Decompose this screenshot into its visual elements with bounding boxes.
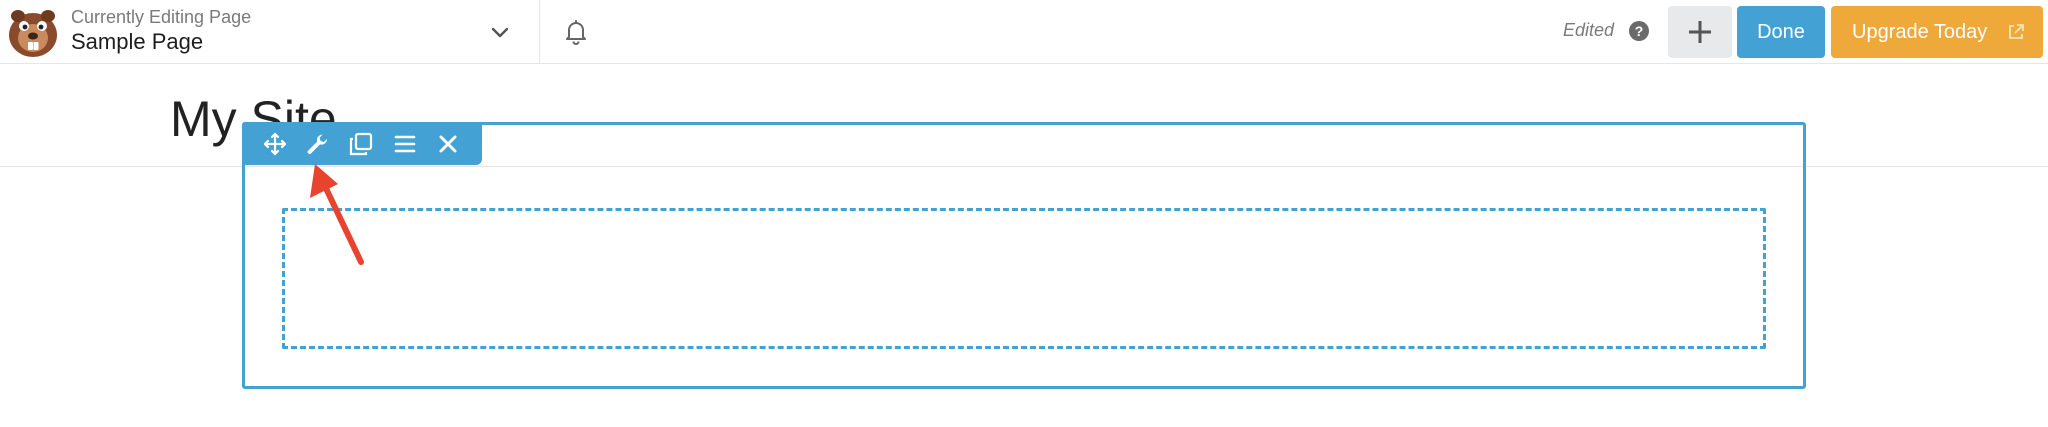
beaver-builder-logo: [9, 10, 57, 57]
menu-icon[interactable]: [392, 131, 418, 157]
done-button[interactable]: Done: [1737, 6, 1825, 58]
add-content-button[interactable]: [1668, 6, 1732, 58]
annotation-arrow: [310, 164, 364, 265]
currently-editing-label: Currently Editing Page: [71, 7, 252, 27]
page-builder: Currently Editing Page Sample Page Edite…: [0, 0, 2048, 427]
builder-top-bar: Currently Editing Page Sample Page Edite…: [0, 0, 2048, 64]
topbar-divider: [539, 0, 540, 64]
upgrade-label: Upgrade Today: [1852, 21, 1988, 43]
page-name[interactable]: Sample Page: [71, 29, 203, 55]
empty-column-drop-zone[interactable]: [282, 208, 1766, 349]
close-icon[interactable]: [435, 131, 461, 157]
external-link-icon: [2009, 24, 2024, 39]
move-icon[interactable]: [262, 131, 288, 157]
upgrade-button[interactable]: Upgrade Today: [1831, 6, 2043, 58]
chevron-down-icon[interactable]: [488, 20, 512, 44]
plus-icon: [1689, 21, 1711, 43]
help-icon[interactable]: ?: [1629, 21, 1649, 41]
edited-status: Edited: [1563, 20, 1615, 40]
bell-icon[interactable]: [562, 18, 590, 46]
